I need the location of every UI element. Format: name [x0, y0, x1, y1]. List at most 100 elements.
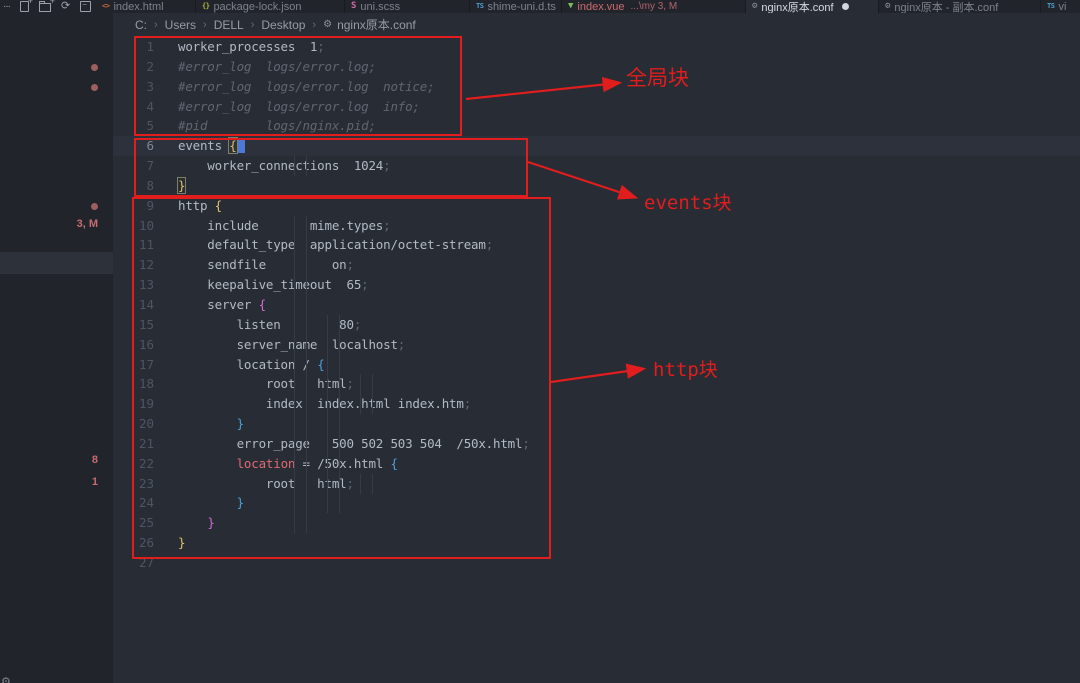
code-line[interactable]: 9 http {	[113, 196, 1080, 216]
modified-dot-icon	[91, 64, 98, 71]
sidebar-selected-row[interactable]	[0, 252, 113, 274]
tab-3[interactable]: TS shime-uni.d.ts	[470, 0, 562, 13]
problems-badge: 8	[91, 454, 98, 466]
line-number: 7	[146, 158, 154, 174]
indent-guide	[306, 156, 307, 176]
refresh-explorer-icon[interactable]: ⟳	[61, 0, 70, 13]
line-number: 10	[138, 217, 154, 233]
line-number: 4	[146, 98, 154, 114]
line-number: 20	[138, 416, 154, 432]
tab-label: uni.scss	[360, 0, 401, 13]
gear-icon[interactable]: ⚙	[1, 675, 11, 683]
code-line[interactable]: 17 location / {	[113, 355, 1080, 375]
code-line[interactable]: 14 server {	[113, 295, 1080, 315]
code-line[interactable]: 15 listen 80;	[113, 315, 1080, 335]
indent-guide	[360, 474, 361, 494]
editor[interactable]: 1 worker_processes 1; 2 #error_log logs/err…	[113, 37, 1080, 683]
tab-label: package-lock.json	[213, 0, 302, 13]
line-number: 9	[146, 197, 154, 213]
code-text: #pid logs/nginx.pid;	[178, 118, 376, 134]
code-line[interactable]: 6 events {	[113, 136, 1080, 157]
text-cursor	[237, 138, 245, 154]
tab-7[interactable]: TS vi	[1041, 0, 1080, 13]
line-number: 5	[146, 118, 154, 134]
code-line[interactable]: 3 #error_log logs/error.log notice;	[113, 77, 1080, 97]
code-line[interactable]: 21 error_page 500 502 503 504 /50x.html;	[113, 434, 1080, 454]
code-line[interactable]: 10 include mime.types;	[113, 216, 1080, 236]
indent-guide	[294, 216, 295, 533]
breadcrumb-item[interactable]: Users	[165, 18, 196, 32]
tab-2[interactable]: Suni.scss	[345, 0, 470, 13]
code-line[interactable]: 11 default_type application/octet-stream…	[113, 235, 1080, 255]
html-icon: <>	[102, 2, 110, 10]
code-line[interactable]: 24 }	[113, 493, 1080, 513]
more-actions-icon[interactable]: ···	[3, 0, 11, 13]
line-number: 26	[138, 535, 154, 551]
line-number: 18	[138, 376, 154, 392]
breadcrumb: C: › Users › DELL › Desktop › ⚙ nginx原本.conf	[135, 14, 416, 35]
code-text: keepalive_timeout 65;	[178, 277, 369, 293]
json-icon: {}	[202, 2, 210, 10]
line-number: 12	[138, 257, 154, 273]
collapse-folders-icon[interactable]	[80, 0, 92, 13]
code-line[interactable]: 16 server_name localhost;	[113, 335, 1080, 355]
code-line[interactable]: 22 location = /50x.html {	[113, 454, 1080, 474]
code-line[interactable]: 13 keepalive_timeout 65;	[113, 275, 1080, 295]
tab-6[interactable]: ⚙ nginx原本 - 副本.conf	[879, 0, 1041, 13]
explorer-toolbar: ··· ⟳	[0, 0, 96, 13]
code-line[interactable]: 4 #error_log logs/error.log info;	[113, 97, 1080, 117]
code-line[interactable]: 1 worker_processes 1;	[113, 37, 1080, 57]
tab-bar: <> index.html{} package-lock.json Suni.scss…	[96, 0, 1080, 13]
breadcrumb-item[interactable]: DELL	[214, 18, 244, 32]
code-text: worker_processes 1;	[178, 39, 325, 54]
code-line[interactable]: 19 index index.html index.htm;	[113, 394, 1080, 414]
breadcrumb-item[interactable]: C:	[135, 18, 147, 32]
vue-icon: ▼	[568, 1, 574, 11]
breadcrumb-item[interactable]: Desktop	[261, 18, 305, 32]
tab-0[interactable]: <> index.html	[96, 0, 196, 13]
line-number: 3	[146, 78, 154, 94]
code-line[interactable]: 8}	[113, 176, 1080, 196]
gear-icon: ⚙	[323, 19, 333, 30]
modified-dot-icon	[91, 203, 98, 210]
unsaved-dot-icon[interactable]	[841, 3, 849, 10]
line-number: 15	[138, 316, 154, 332]
tab-5[interactable]: ⚙ nginx原本.conf	[746, 0, 879, 13]
line-number: 19	[138, 396, 154, 412]
line-number: 25	[138, 515, 154, 531]
code-line[interactable]: 5 #pid logs/nginx.pid;	[113, 116, 1080, 136]
tab-description: ...\my 3, M	[630, 1, 678, 12]
line-number: 21	[138, 435, 154, 451]
chevron-separator-icon: ›	[312, 18, 317, 31]
code-line[interactable]: 12 sendfile on;	[113, 255, 1080, 275]
code-text: }	[178, 535, 186, 551]
code-line[interactable]: 2 #error_log logs/error.log;	[113, 57, 1080, 77]
sidebar[interactable]: 3, M 8 1 ⚙	[0, 13, 113, 683]
code-line[interactable]: 20 }	[113, 414, 1080, 434]
line-number: 22	[138, 455, 154, 471]
modified-dot-icon	[91, 84, 98, 91]
code-text: default_type application/octet-stream;	[178, 237, 494, 253]
code-text: #error_log logs/error.log;	[178, 58, 376, 74]
breadcrumb-item[interactable]: nginx原本.conf	[337, 16, 416, 33]
line-number: 11	[138, 237, 154, 253]
code-line[interactable]: 25 }	[113, 513, 1080, 533]
new-folder-icon[interactable]	[39, 0, 55, 13]
code-line[interactable]: 26}	[113, 533, 1080, 553]
new-file-icon[interactable]	[20, 0, 33, 13]
gear-icon: ⚙	[885, 1, 891, 11]
code-line[interactable]: 18 root html;	[113, 374, 1080, 394]
code-area[interactable]: 1 worker_processes 1; 2 #error_log logs/err…	[113, 37, 1080, 573]
code-line[interactable]: 23 root html;	[113, 474, 1080, 494]
problems-badge: 1	[91, 476, 98, 488]
indent-guide	[306, 216, 307, 533]
ts-icon: TS	[476, 2, 484, 10]
tab-label: vi	[1058, 0, 1067, 13]
tab-4[interactable]: ▼ index.vue ...\my 3, M	[562, 0, 746, 13]
line-number: 6	[146, 138, 154, 154]
code-line[interactable]: 27	[113, 553, 1080, 573]
code-line[interactable]: 7 worker_connections 1024;	[113, 156, 1080, 176]
tab-1[interactable]: {} package-lock.json	[196, 0, 345, 13]
code-text: sendfile on;	[178, 257, 354, 273]
code-text: }	[236, 495, 245, 511]
